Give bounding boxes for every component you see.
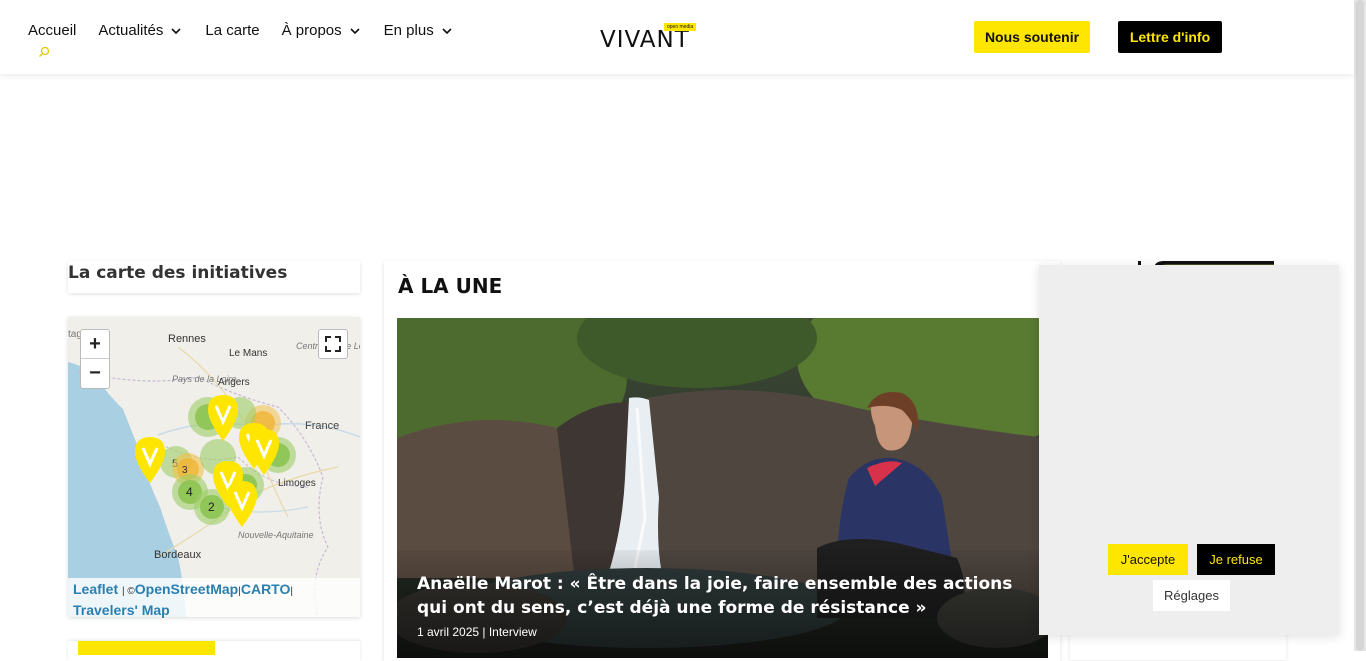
cookie-refuse-button[interactable]: Je refuse [1197,544,1275,575]
attribution-separator: | [290,586,293,597]
scrollbar-thumb[interactable] [1356,0,1364,651]
leaflet-link[interactable]: Leaflet [73,581,118,597]
nav-en-plus[interactable]: En plus [384,22,454,39]
map-attribution: Leaflet | ©OpenStreetMap|CARTO| Traveler… [68,578,360,618]
cluster-count: 2 [208,500,215,514]
attribution-separator: | © [122,586,135,597]
sidebar-widget-tab[interactable] [78,641,215,655]
zoom-in-button[interactable]: + [81,330,109,359]
map-place-label: Le Mans [229,348,267,359]
nav-label: En plus [383,22,434,39]
map-canvas[interactable]: tagne Rennes Le Mans Angers Pays de la L… [68,317,360,617]
cookie-accept-button[interactable]: J'accepte [1108,544,1188,575]
fullscreen-icon [325,336,341,352]
map-place-label: France [305,420,339,432]
osm-link[interactable]: OpenStreetMap [135,581,238,597]
featured-headline[interactable]: Anaëlle Marot : « Être dans la joie, fai… [417,572,1027,620]
nav-a-propos[interactable]: À propos [282,22,362,39]
main-nav: Accueil Actualités La carte À propos En … [28,22,476,39]
nav-label: Accueil [28,22,77,39]
travelers-map-link[interactable]: Travelers' Map [73,602,170,618]
chevron-down-icon [171,27,181,34]
map-title: La carte des initiatives [68,263,288,283]
search-icon[interactable] [38,46,50,58]
support-button[interactable]: Nous soutenir [974,21,1090,53]
map-place-label: Pays de la Loire [172,374,237,384]
featured-article-card[interactable]: Anaëlle Marot : « Être dans la joie, fai… [397,318,1048,658]
cookie-settings-button[interactable]: Réglages [1153,580,1230,611]
logo-tag: open media [664,23,697,31]
map-place-label: Bordeaux [154,549,202,561]
nav-la-carte[interactable]: La carte [205,22,259,39]
map-fullscreen-button[interactable] [318,329,348,359]
page-scrollbar[interactable] [1354,0,1366,651]
featured-title: À LA UNE [398,274,503,298]
zoom-out-button[interactable]: − [81,359,109,388]
site-logo[interactable]: VIVANT open media [600,22,700,54]
map-title-box: La carte des initiatives [68,261,360,293]
newsletter-button[interactable]: Lettre d'info [1118,21,1222,53]
map-place-label: Rennes [168,333,206,345]
nav-accueil[interactable]: Accueil [28,22,76,39]
nav-label: Actualités [98,22,164,39]
site-header: Accueil Actualités La carte À propos En … [0,0,1354,74]
nav-label: À propos [281,22,342,39]
map-zoom-control: + − [80,329,110,389]
map-place-label: Nouvelle-Aquitaine [238,530,314,540]
cookie-consent-panel: J'accepte Je refuse Réglages [1039,265,1339,635]
nav-actualites[interactable]: Actualités [98,22,183,39]
featured-meta: 1 avril 2025 | Interview [417,625,537,639]
initiatives-map[interactable]: tagne Rennes Le Mans Angers Pays de la L… [68,317,360,617]
carto-link[interactable]: CARTO [241,581,291,597]
nav-label: La carte [205,22,260,39]
chevron-down-icon [350,27,360,34]
chevron-down-icon [442,27,452,34]
map-place-label: Limoges [278,478,316,489]
cluster-count: 4 [186,485,193,499]
